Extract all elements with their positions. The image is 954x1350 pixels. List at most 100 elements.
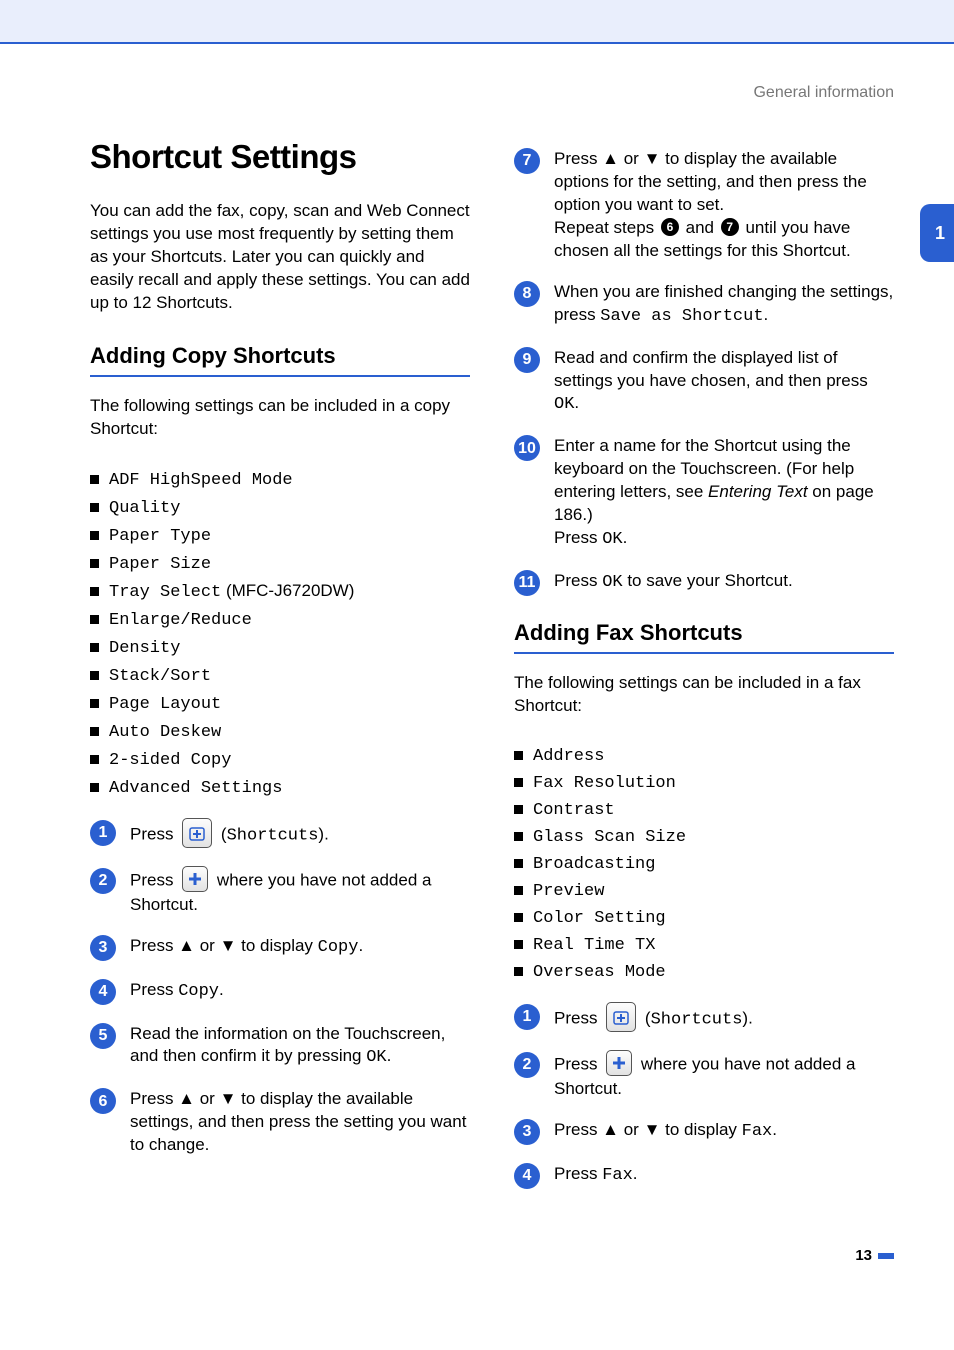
step-number-icon: 10 xyxy=(514,435,540,461)
bullet-icon xyxy=(514,940,523,949)
step-number-icon: 3 xyxy=(90,935,116,961)
bullet-icon xyxy=(514,967,523,976)
fax-heading: Adding Fax Shortcuts xyxy=(514,620,894,646)
step-4: 4 Press Copy. xyxy=(90,979,470,1005)
step-1: 1 Press (Shortcuts). xyxy=(514,1004,894,1034)
list-item: Contrast xyxy=(514,800,894,820)
step-3: 3 Press ▲ or ▼ to display Fax. xyxy=(514,1119,894,1145)
bullet-icon xyxy=(90,671,99,680)
section-header: General information xyxy=(90,84,894,102)
shortcuts-icon xyxy=(182,818,212,848)
list-item: Paper Type xyxy=(90,525,470,546)
list-item: ADF HighSpeed Mode xyxy=(90,469,470,490)
bullet-icon xyxy=(514,913,523,922)
step-number-icon: 2 xyxy=(514,1052,540,1078)
step-number-icon: 4 xyxy=(514,1163,540,1189)
bullet-icon xyxy=(90,699,99,708)
fax-lead: The following settings can be included i… xyxy=(514,672,894,718)
left-column: Shortcut Settings You can add the fax, c… xyxy=(90,138,470,1207)
step-8: 8 When you are finished changing the set… xyxy=(514,281,894,329)
step-7: 7 Press ▲ or ▼ to display the available … xyxy=(514,148,894,263)
list-item: 2-sided Copy xyxy=(90,749,470,770)
page-body: General information 1 Shortcut Settings … xyxy=(0,44,954,1294)
list-item: Stack/Sort xyxy=(90,665,470,686)
list-item: Enlarge/Reduce xyxy=(90,609,470,630)
list-item: Density xyxy=(90,637,470,658)
bullet-icon xyxy=(514,751,523,760)
step-number-icon: 7 xyxy=(514,148,540,174)
step-number-icon: 6 xyxy=(90,1088,116,1114)
bullet-icon xyxy=(514,805,523,814)
step-11: 11 Press OK to save your Shortcut. xyxy=(514,570,894,596)
list-item: Preview xyxy=(514,881,894,901)
bullet-icon xyxy=(514,832,523,841)
intro-paragraph: You can add the fax, copy, scan and Web … xyxy=(90,200,470,315)
bullet-icon xyxy=(90,587,99,596)
list-item: Auto Deskew xyxy=(90,721,470,742)
list-item: Color Setting xyxy=(514,908,894,928)
right-steps-continued: 7 Press ▲ or ▼ to display the available … xyxy=(514,148,894,596)
step-3: 3 Press ▲ or ▼ to display Copy. xyxy=(90,935,470,961)
list-item: Paper Size xyxy=(90,553,470,574)
bullet-icon xyxy=(90,559,99,568)
step-number-icon: 9 xyxy=(514,347,540,373)
bullet-icon xyxy=(514,859,523,868)
bullet-icon xyxy=(90,783,99,792)
bullet-icon xyxy=(514,886,523,895)
top-header-bar xyxy=(0,0,954,44)
step-ref-icon: 6 xyxy=(661,218,679,236)
thumb-tab-label: 1 xyxy=(935,223,945,244)
section-thumb-tab: 1 xyxy=(920,204,954,262)
copy-steps: 1 Press (Shortcuts). 2 Press xyxy=(90,820,470,1158)
step-number-icon: 1 xyxy=(514,1004,540,1030)
step-number-icon: 4 xyxy=(90,979,116,1005)
bullet-icon xyxy=(514,778,523,787)
page-number-bar-icon xyxy=(878,1253,894,1259)
step-5: 5 Read the information on the Touchscree… xyxy=(90,1023,470,1071)
list-item: Address xyxy=(514,746,894,766)
list-item: Page Layout xyxy=(90,693,470,714)
plus-icon xyxy=(182,866,208,892)
step-6: 6 Press ▲ or ▼ to display the available … xyxy=(90,1088,470,1157)
list-item: Glass Scan Size xyxy=(514,827,894,847)
bullet-icon xyxy=(90,727,99,736)
step-number-icon: 2 xyxy=(90,868,116,894)
shortcuts-icon xyxy=(606,1002,636,1032)
bullet-icon xyxy=(90,503,99,512)
step-number-icon: 11 xyxy=(514,570,540,596)
step-number-icon: 3 xyxy=(514,1119,540,1145)
fax-settings-list: Address Fax Resolution Contrast Glass Sc… xyxy=(514,746,894,982)
step-2: 2 Press where you have not added a Short… xyxy=(90,868,470,917)
step-number-icon: 1 xyxy=(90,820,116,846)
list-item: Real Time TX xyxy=(514,935,894,955)
fax-steps: 1 Press (Shortcuts). 2 Press xyxy=(514,1004,894,1189)
copy-settings-list: ADF HighSpeed Mode Quality Paper Type Pa… xyxy=(90,469,470,798)
bullet-icon xyxy=(90,531,99,540)
list-item: Tray Select (MFC-J6720DW) xyxy=(90,581,470,602)
step-number-icon: 5 xyxy=(90,1023,116,1049)
list-item: Broadcasting xyxy=(514,854,894,874)
step-2: 2 Press where you have not added a Short… xyxy=(514,1052,894,1101)
bullet-icon xyxy=(90,475,99,484)
step-1: 1 Press (Shortcuts). xyxy=(90,820,470,850)
list-item: Fax Resolution xyxy=(514,773,894,793)
step-number-icon: 8 xyxy=(514,281,540,307)
list-item: Advanced Settings xyxy=(90,777,470,798)
bullet-icon xyxy=(90,615,99,624)
plus-icon xyxy=(606,1050,632,1076)
copy-lead: The following settings can be included i… xyxy=(90,395,470,441)
step-10: 10 Enter a name for the Shortcut using t… xyxy=(514,435,894,552)
page-title: Shortcut Settings xyxy=(90,138,470,176)
copy-heading: Adding Copy Shortcuts xyxy=(90,343,470,369)
heading-rule xyxy=(90,375,470,377)
bullet-icon xyxy=(90,643,99,652)
heading-rule xyxy=(514,652,894,654)
bullet-icon xyxy=(90,755,99,764)
list-item: Quality xyxy=(90,497,470,518)
list-item: Overseas Mode xyxy=(514,962,894,982)
step-4: 4 Press Fax. xyxy=(514,1163,894,1189)
page-number: 13 xyxy=(90,1247,894,1264)
step-9: 9 Read and confirm the displayed list of… xyxy=(514,347,894,418)
step-ref-icon: 7 xyxy=(721,218,739,236)
right-column: 7 Press ▲ or ▼ to display the available … xyxy=(514,138,894,1207)
